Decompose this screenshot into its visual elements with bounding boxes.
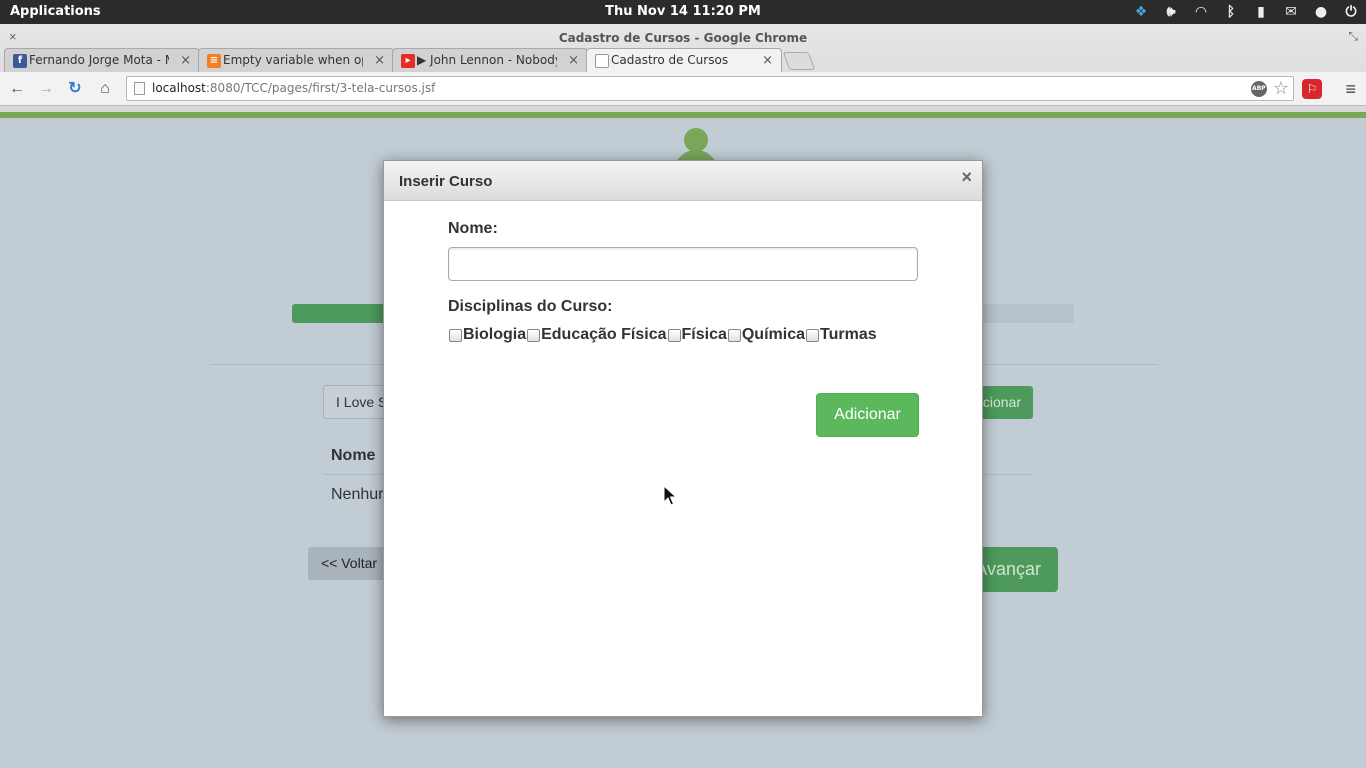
checkbox-label: Física: [681, 326, 727, 343]
insert-course-dialog: Inserir Curso × Nome: Disciplinas do Cur…: [383, 160, 983, 717]
bookmark-star-icon[interactable]: ☆: [1273, 79, 1289, 99]
disciplines-label: Disciplinas do Curso:: [448, 298, 613, 315]
url-host: localhost: [152, 81, 206, 95]
checkbox-biologia[interactable]: [449, 328, 462, 342]
tab-close-icon[interactable]: ×: [568, 49, 579, 72]
adblock-icon[interactable]: ABP: [1250, 81, 1267, 97]
tab-youtube[interactable]: ▸ ▶ John Lennon - Nobody T ×: [392, 48, 588, 72]
tab-label: ▶ John Lennon - Nobody T: [417, 53, 557, 67]
checkbox-label: Turmas: [820, 326, 877, 343]
checkbox-quimica[interactable]: [727, 328, 741, 342]
tab-label: Fernando Jorge Mota - Mes: [29, 53, 169, 67]
new-tab-button[interactable]: [782, 52, 816, 70]
table-header-nome: Nome: [331, 447, 376, 464]
facebook-icon: f: [13, 54, 27, 68]
dropbox-icon[interactable]: ❖: [1132, 3, 1150, 21]
home-icon[interactable]: ⌂: [94, 78, 116, 100]
discipline-option[interactable]: Biologia: [448, 326, 526, 344]
checkbox-label: Química: [741, 326, 805, 343]
os-top-bar: Applications Thu Nov 14 11:20 PM ❖ 🕪 ◠ ᛒ…: [0, 0, 1366, 24]
checkbox-turmas[interactable]: [806, 328, 819, 342]
checkbox-fisica[interactable]: [667, 328, 681, 342]
mail-icon[interactable]: ✉: [1282, 3, 1300, 21]
tab-close-icon[interactable]: ×: [762, 49, 773, 72]
stackoverflow-icon: ≡: [207, 54, 221, 68]
bluetooth-icon[interactable]: ᛒ: [1222, 3, 1240, 21]
system-tray: ❖ 🕪 ◠ ᛒ ▮ ✉ ● ⏻: [1132, 3, 1360, 21]
volume-icon[interactable]: 🕪: [1162, 3, 1180, 21]
tab-stackoverflow[interactable]: ≡ Empty variable when open ×: [198, 48, 394, 72]
page-icon: [595, 54, 609, 68]
applications-menu[interactable]: Applications: [10, 4, 101, 19]
page-icon: [134, 82, 145, 95]
tab-facebook[interactable]: f Fernando Jorge Mota - Mes ×: [4, 48, 200, 72]
checkbox-label: Biologia: [463, 326, 527, 343]
discipline-option[interactable]: Educação Física: [526, 326, 667, 344]
extension-icon[interactable]: ⚐: [1302, 79, 1322, 99]
forward-arrow-icon[interactable]: →: [35, 78, 57, 100]
window-restore-icon[interactable]: ⤡: [1348, 29, 1358, 44]
back-arrow-icon[interactable]: ←: [6, 78, 28, 100]
tab-strip: f Fernando Jorge Mota - Mes × ≡ Empty va…: [4, 48, 816, 72]
browser-window: × Cadastro de Cursos - Google Chrome ⤡ f…: [0, 24, 1366, 112]
tab-close-icon[interactable]: ×: [374, 49, 385, 72]
discipline-option[interactable]: Química: [727, 326, 805, 344]
user-icon[interactable]: ●: [1312, 3, 1330, 21]
mouse-cursor-icon: [663, 485, 678, 506]
menu-icon[interactable]: ≡: [1345, 78, 1356, 100]
header-stripe: [0, 112, 1366, 118]
table-empty-row: Nenhur: [331, 486, 384, 503]
address-bar[interactable]: localhost:8080/TCC/pages/first/3-tela-cu…: [126, 76, 1294, 101]
dialog-title: Inserir Curso: [399, 173, 493, 190]
tab-label: Empty variable when open: [223, 53, 363, 67]
discipline-option[interactable]: Turmas: [805, 326, 877, 344]
checkbox-educacao-fisica[interactable]: [527, 328, 541, 342]
discipline-option[interactable]: Física: [667, 326, 727, 344]
close-icon[interactable]: ×: [961, 167, 972, 188]
dialog-header: Inserir Curso ×: [384, 161, 982, 201]
tab-close-icon[interactable]: ×: [180, 49, 191, 72]
course-name-input[interactable]: [448, 247, 918, 281]
wifi-icon[interactable]: ◠: [1192, 3, 1210, 21]
browser-toolbar: ← → ↻ ⌂ localhost:8080/TCC/pages/first/3…: [0, 72, 1366, 106]
battery-icon[interactable]: ▮: [1252, 3, 1270, 21]
url-path: :8080/TCC/pages/first/3-tela-cursos.jsf: [205, 81, 436, 95]
reload-icon[interactable]: ↻: [64, 78, 86, 100]
checkbox-label: Educação Física: [541, 326, 667, 343]
disciplines-checkbox-group: Biologia Educação Física Física Química …: [448, 326, 877, 344]
power-icon[interactable]: ⏻: [1342, 3, 1360, 21]
window-title: Cadastro de Cursos - Google Chrome: [558, 31, 808, 45]
youtube-icon: ▸: [401, 54, 415, 68]
name-label: Nome:: [448, 220, 498, 237]
tab-cadastro-de-cursos[interactable]: Cadastro de Cursos ×: [586, 48, 782, 72]
add-course-button[interactable]: Adicionar: [816, 393, 919, 437]
tab-label: Cadastro de Cursos: [611, 53, 729, 67]
